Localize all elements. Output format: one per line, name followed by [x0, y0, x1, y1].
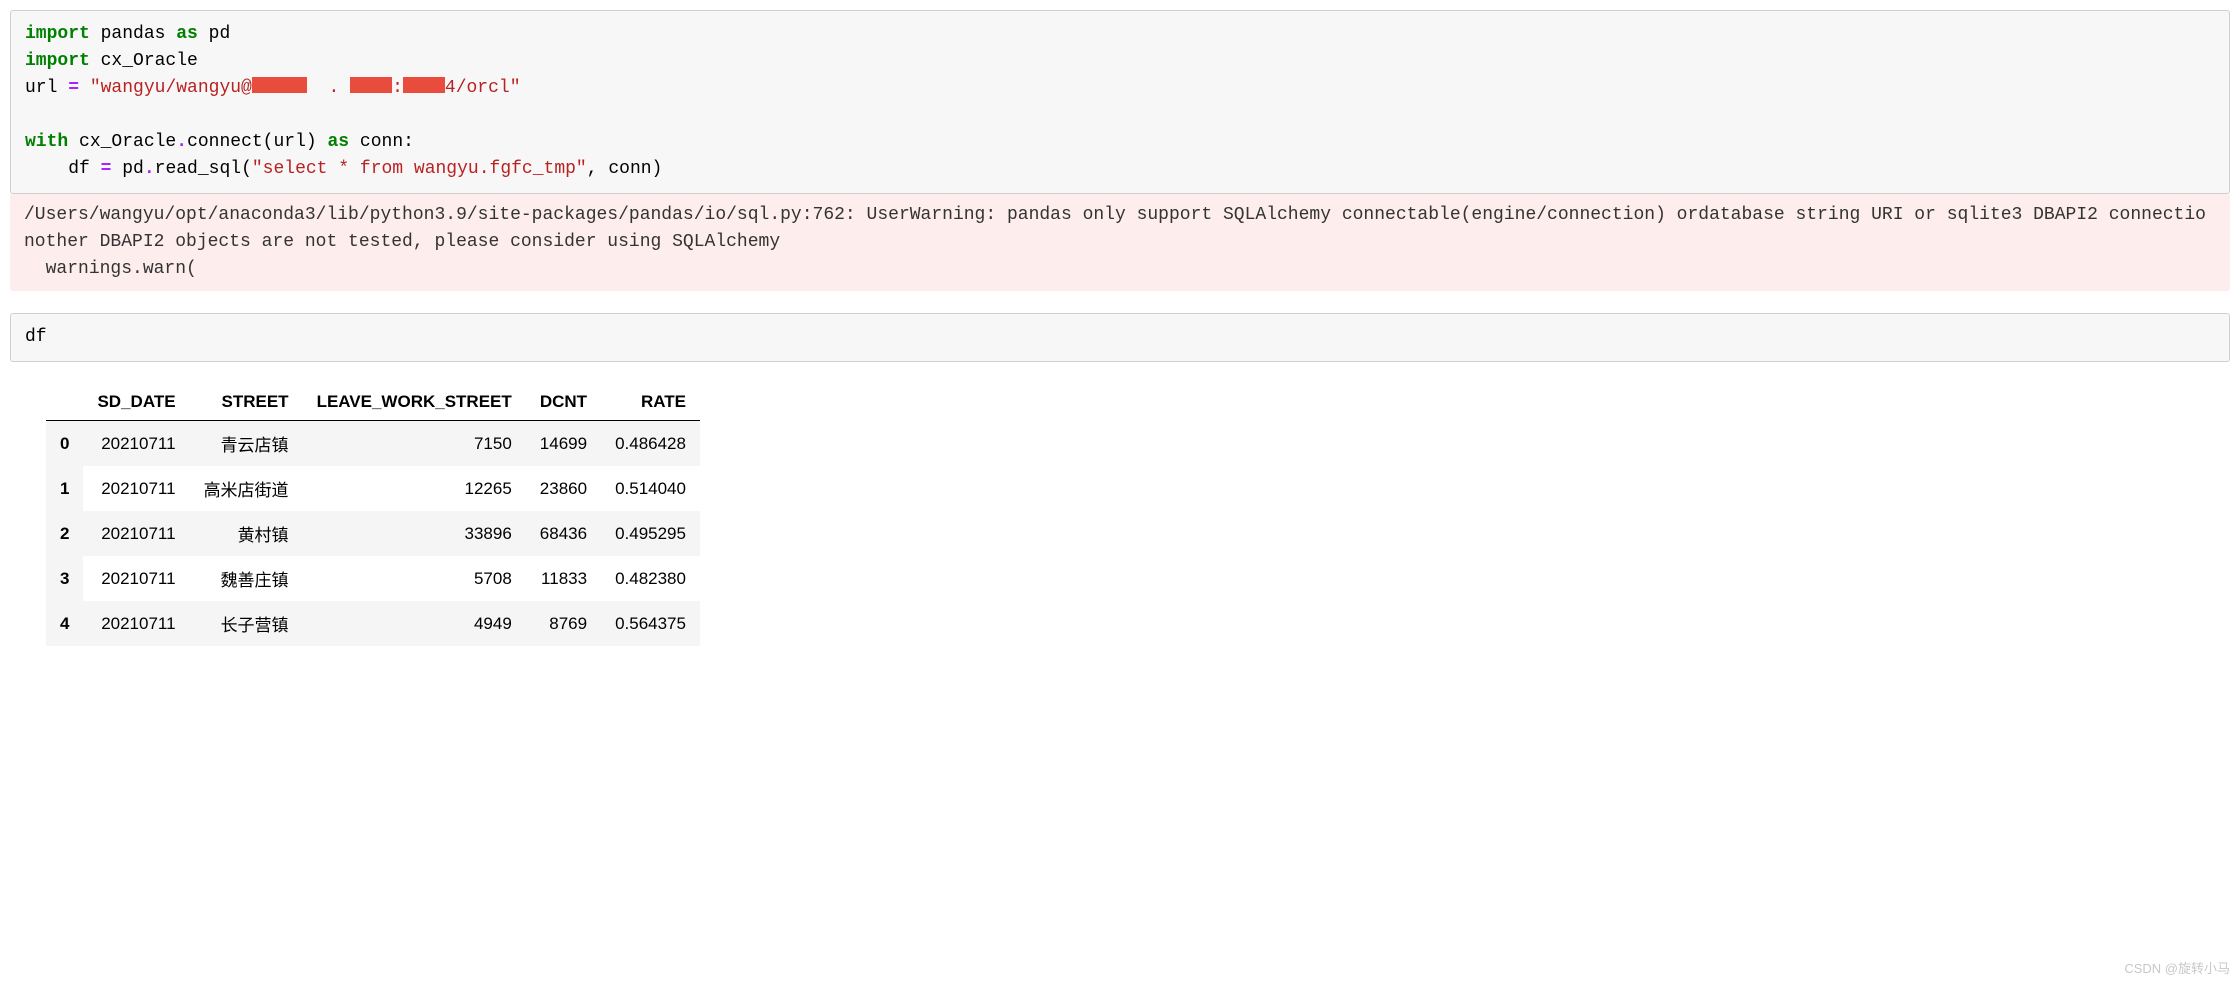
table-cell: 高米店街道 — [190, 466, 303, 511]
dataframe-output: SD_DATE STREET LEAVE_WORK_STREET DCNT RA… — [46, 384, 2230, 646]
index-header — [46, 384, 83, 421]
code-text: , conn) — [587, 159, 663, 179]
table-cell: 20210711 — [83, 511, 189, 556]
table-header-row: SD_DATE STREET LEAVE_WORK_STREET DCNT RA… — [46, 384, 700, 421]
table-row: 3 20210711 魏善庄镇 5708 11833 0.482380 — [46, 556, 700, 601]
table-cell: 青云店镇 — [190, 421, 303, 467]
code-text: url — [25, 78, 68, 98]
table-cell: 20210711 — [83, 556, 189, 601]
code-text: pandas — [90, 24, 176, 44]
operator-dot: . — [176, 132, 187, 152]
code-string: "wangyu/wangyu@ — [79, 78, 252, 98]
redacted-block — [252, 77, 307, 93]
table-cell: 长子营镇 — [190, 601, 303, 646]
code-text: cx_Oracle — [68, 132, 176, 152]
operator-eq: = — [68, 78, 79, 98]
table-cell: 14699 — [526, 421, 601, 467]
code-string: : — [392, 78, 403, 98]
row-index: 1 — [46, 466, 83, 511]
table-cell: 11833 — [526, 556, 601, 601]
table-cell: 20210711 — [83, 601, 189, 646]
redacted-block — [403, 77, 445, 93]
table-row: 4 20210711 长子营镇 4949 8769 0.564375 — [46, 601, 700, 646]
code-text: conn: — [349, 132, 414, 152]
column-header: RATE — [601, 384, 700, 421]
code-text: df — [25, 159, 101, 179]
row-index: 2 — [46, 511, 83, 556]
column-header: DCNT — [526, 384, 601, 421]
row-index: 3 — [46, 556, 83, 601]
table-cell: 5708 — [303, 556, 526, 601]
row-index: 4 — [46, 601, 83, 646]
code-text: pd — [198, 24, 230, 44]
table-cell: 20210711 — [83, 466, 189, 511]
table-cell: 黄村镇 — [190, 511, 303, 556]
keyword-as: as — [176, 24, 198, 44]
code-text: read_sql( — [155, 159, 252, 179]
table-row: 1 20210711 高米店街道 12265 23860 0.514040 — [46, 466, 700, 511]
column-header: SD_DATE — [83, 384, 189, 421]
table-cell: 0.564375 — [601, 601, 700, 646]
table-cell: 8769 — [526, 601, 601, 646]
keyword-import: import — [25, 24, 90, 44]
table-cell: 12265 — [303, 466, 526, 511]
code-text: pd — [111, 159, 143, 179]
code-string: 4/orcl" — [445, 78, 521, 98]
column-header: LEAVE_WORK_STREET — [303, 384, 526, 421]
table-cell: 68436 — [526, 511, 601, 556]
table-cell: 33896 — [303, 511, 526, 556]
code-cell-2[interactable]: df — [10, 313, 2230, 362]
code-text: cx_Oracle — [90, 51, 198, 71]
keyword-import: import — [25, 51, 90, 71]
table-cell: 0.514040 — [601, 466, 700, 511]
row-index: 0 — [46, 421, 83, 467]
table-cell: 20210711 — [83, 421, 189, 467]
table-cell: 23860 — [526, 466, 601, 511]
keyword-with: with — [25, 132, 68, 152]
table-cell: 0.495295 — [601, 511, 700, 556]
operator-dot: . — [144, 159, 155, 179]
code-string: . — [307, 78, 350, 98]
table-row: 0 20210711 青云店镇 7150 14699 0.486428 — [46, 421, 700, 467]
table-cell: 魏善庄镇 — [190, 556, 303, 601]
dataframe-table: SD_DATE STREET LEAVE_WORK_STREET DCNT RA… — [46, 384, 700, 646]
warning-output: /Users/wangyu/opt/anaconda3/lib/python3.… — [10, 194, 2230, 291]
code-string: "select * from wangyu.fgfc_tmp" — [252, 159, 587, 179]
table-cell: 0.482380 — [601, 556, 700, 601]
code-text: connect(url) — [187, 132, 327, 152]
table-cell: 0.486428 — [601, 421, 700, 467]
table-cell: 7150 — [303, 421, 526, 467]
redacted-block — [350, 77, 392, 93]
column-header: STREET — [190, 384, 303, 421]
keyword-as: as — [328, 132, 350, 152]
table-row: 2 20210711 黄村镇 33896 68436 0.495295 — [46, 511, 700, 556]
code-cell-1[interactable]: import pandas as pd import cx_Oracle url… — [10, 10, 2230, 194]
operator-eq: = — [101, 159, 112, 179]
watermark: CSDN @旋转小马 — [2124, 958, 2230, 977]
table-cell: 4949 — [303, 601, 526, 646]
